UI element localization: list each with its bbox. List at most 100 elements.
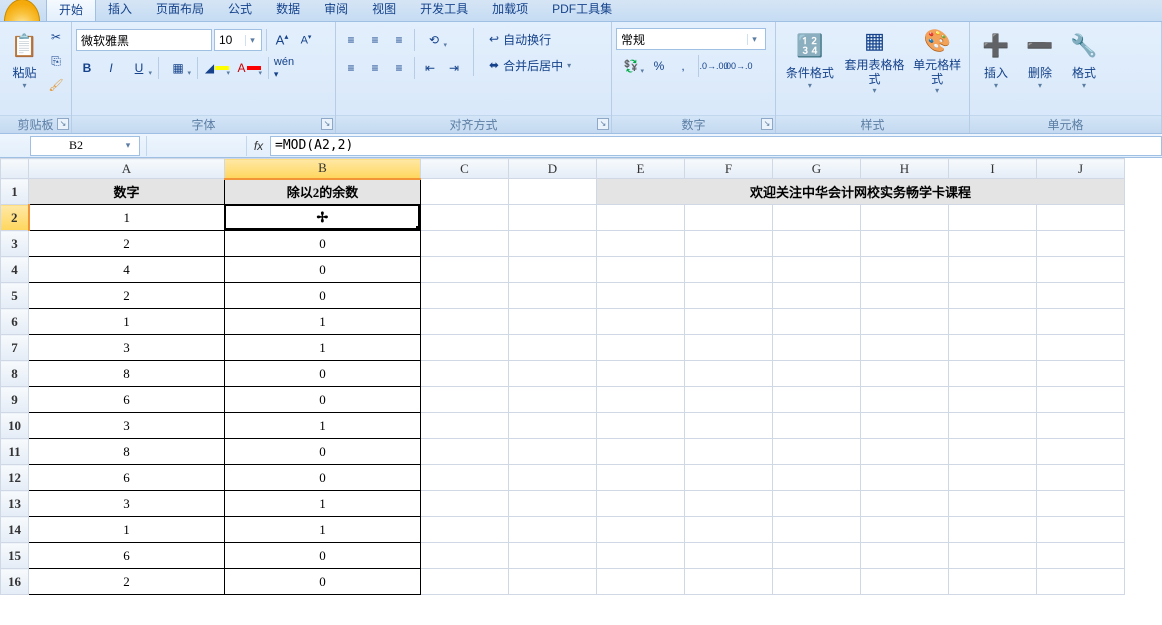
cell-G3[interactable] (773, 231, 861, 257)
cell-I5[interactable] (949, 283, 1037, 309)
cell-A7[interactable]: 3 (29, 335, 225, 361)
cell-H8[interactable] (861, 361, 949, 387)
cell-D14[interactable] (509, 517, 597, 543)
currency-button[interactable]: 💱 (616, 55, 646, 77)
cell-G13[interactable] (773, 491, 861, 517)
number-format-input[interactable] (617, 32, 747, 46)
cell-E5[interactable] (597, 283, 685, 309)
font-size-input[interactable] (215, 33, 245, 47)
row-header-12[interactable]: 12 (1, 465, 29, 491)
comma-button[interactable]: , (672, 55, 694, 77)
cell-A2[interactable]: 1 (29, 205, 225, 231)
cell-I13[interactable] (949, 491, 1037, 517)
font-size-combo[interactable]: ▾ (214, 29, 262, 51)
fill-color-button[interactable]: ◢ (202, 57, 232, 79)
cell-J10[interactable] (1037, 413, 1125, 439)
cell-I8[interactable] (949, 361, 1037, 387)
cell-E9[interactable] (597, 387, 685, 413)
cell-B8[interactable]: 0 (225, 361, 421, 387)
cell-H11[interactable] (861, 439, 949, 465)
cell-H16[interactable] (861, 569, 949, 595)
cell-C5[interactable] (421, 283, 509, 309)
cell-C3[interactable] (421, 231, 509, 257)
tab-加载项[interactable]: 加载项 (480, 0, 540, 21)
cell-F3[interactable] (685, 231, 773, 257)
clipboard-launcher[interactable]: ↘ (57, 118, 69, 130)
tab-页面布局[interactable]: 页面布局 (144, 0, 216, 21)
cell-J15[interactable] (1037, 543, 1125, 569)
decrease-decimal-button[interactable]: .00→.0 (727, 55, 749, 77)
cell-H14[interactable] (861, 517, 949, 543)
cell-A8[interactable]: 8 (29, 361, 225, 387)
cell-F12[interactable] (685, 465, 773, 491)
merge-center-button[interactable]: ⬌合并后居中▾ (482, 54, 578, 76)
cell-I2[interactable] (949, 205, 1037, 231)
cell-I12[interactable] (949, 465, 1037, 491)
row-header-5[interactable]: 5 (1, 283, 29, 309)
cell-H7[interactable] (861, 335, 949, 361)
cell-A12[interactable]: 6 (29, 465, 225, 491)
cell-D4[interactable] (509, 257, 597, 283)
cell-D10[interactable] (509, 413, 597, 439)
cell-E10[interactable] (597, 413, 685, 439)
insert-cells-button[interactable]: ➕ 插入 ▾ (974, 24, 1018, 96)
indent-increase-button[interactable]: ⇥ (443, 57, 465, 79)
cell-B3[interactable]: 0 (225, 231, 421, 257)
cell-B15[interactable]: 0 (225, 543, 421, 569)
cell-H9[interactable] (861, 387, 949, 413)
cell-J8[interactable] (1037, 361, 1125, 387)
cell-G16[interactable] (773, 569, 861, 595)
number-launcher[interactable]: ↘ (761, 118, 773, 130)
cell-G2[interactable] (773, 205, 861, 231)
tab-开发工具[interactable]: 开发工具 (408, 0, 480, 21)
tab-视图[interactable]: 视图 (360, 0, 408, 21)
cell-I14[interactable] (949, 517, 1037, 543)
cell-H2[interactable] (861, 205, 949, 231)
cell-H12[interactable] (861, 465, 949, 491)
cell-I16[interactable] (949, 569, 1037, 595)
tab-数据[interactable]: 数据 (264, 0, 312, 21)
cell-A16[interactable]: 2 (29, 569, 225, 595)
cell-A6[interactable]: 1 (29, 309, 225, 335)
col-header-G[interactable]: G (773, 159, 861, 179)
cell-J16[interactable] (1037, 569, 1125, 595)
cell-G11[interactable] (773, 439, 861, 465)
cell-H5[interactable] (861, 283, 949, 309)
cell-C15[interactable] (421, 543, 509, 569)
col-header-J[interactable]: J (1037, 159, 1125, 179)
cell-J12[interactable] (1037, 465, 1125, 491)
tab-公式[interactable]: 公式 (216, 0, 264, 21)
cell-B10[interactable]: 1 (225, 413, 421, 439)
phonetic-button[interactable]: wén▾ (273, 57, 295, 79)
cell-C14[interactable] (421, 517, 509, 543)
cell-F7[interactable] (685, 335, 773, 361)
cell-A13[interactable]: 3 (29, 491, 225, 517)
fx-button[interactable]: fx (246, 136, 270, 156)
cell-I11[interactable] (949, 439, 1037, 465)
cell-G9[interactable] (773, 387, 861, 413)
cell-F10[interactable] (685, 413, 773, 439)
cell-E11[interactable] (597, 439, 685, 465)
format-painter-button[interactable]: 🖌 (45, 74, 67, 96)
cell-E8[interactable] (597, 361, 685, 387)
indent-decrease-button[interactable]: ⇤ (419, 57, 441, 79)
cell-C16[interactable] (421, 569, 509, 595)
cell-H13[interactable] (861, 491, 949, 517)
cell-C9[interactable] (421, 387, 509, 413)
cell-F8[interactable] (685, 361, 773, 387)
wrap-text-button[interactable]: ↩自动换行 (482, 28, 578, 50)
cell-I15[interactable] (949, 543, 1037, 569)
cell-D15[interactable] (509, 543, 597, 569)
office-button[interactable] (4, 0, 40, 21)
cell-I9[interactable] (949, 387, 1037, 413)
cell-E3[interactable] (597, 231, 685, 257)
delete-cells-button[interactable]: ➖ 删除 ▾ (1018, 24, 1062, 96)
cell-A1[interactable]: 数字 (29, 179, 225, 205)
cell-G5[interactable] (773, 283, 861, 309)
cell-G4[interactable] (773, 257, 861, 283)
cell-D7[interactable] (509, 335, 597, 361)
cell-A15[interactable]: 6 (29, 543, 225, 569)
select-all-corner[interactable] (1, 159, 29, 179)
cell-D8[interactable] (509, 361, 597, 387)
row-header-15[interactable]: 15 (1, 543, 29, 569)
